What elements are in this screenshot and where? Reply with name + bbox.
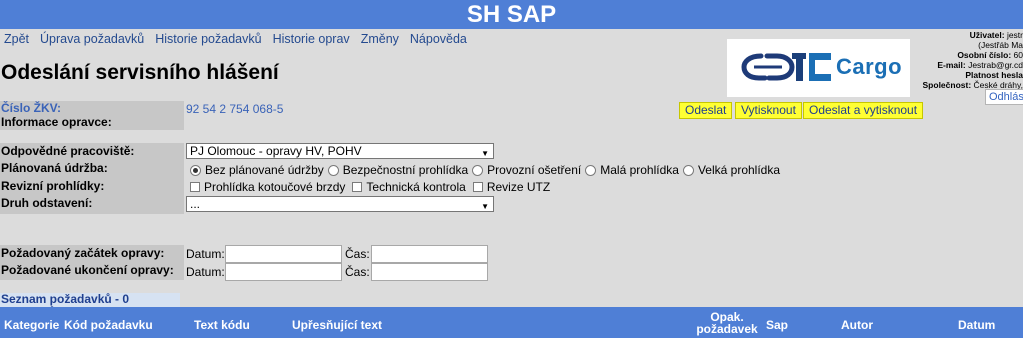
maintenance-option-label: Velká prohlídka <box>697 163 781 177</box>
user-info-panel: Uživatel: jestr (Jestřáb Ma Osobní číslo… <box>923 30 1023 90</box>
end-label: Požadované ukončení opravy: <box>1 263 174 277</box>
maintenance-option-operational[interactable]: Provozní ošetření <box>472 163 581 177</box>
start-label: Požadovaný začátek opravy: <box>1 246 165 260</box>
checkbox-icon[interactable] <box>472 182 483 192</box>
logout-button[interactable]: Odhlás <box>985 89 1023 105</box>
end-time-label: Čas: <box>345 265 370 279</box>
dropdown-arrow-icon: ▼ <box>481 149 489 158</box>
zkv-value: 92 54 2 754 068-5 <box>186 102 284 116</box>
radio-icon[interactable] <box>327 164 339 176</box>
end-time-input[interactable] <box>371 263 488 281</box>
outage-type-select-value: ... <box>190 197 201 211</box>
cargo-logo-text: Cargo <box>836 54 903 79</box>
maintenance-option-label: Bez plánované údržby <box>205 163 324 177</box>
form-labels: Odpovědné pracoviště: Plánovaná údržba: … <box>0 143 184 214</box>
cargo-logo-icon <box>792 53 831 81</box>
inspection-option-technical[interactable]: Technická kontrola <box>352 180 466 194</box>
maintenance-option-label: Provozní ošetření <box>487 163 582 177</box>
repair-info-label: Informace opravce: <box>1 115 112 129</box>
dropdown-arrow-icon: ▼ <box>481 202 489 211</box>
email-label: E-mail: <box>937 60 966 70</box>
user-value: jestr <box>1006 30 1023 40</box>
radio-icon[interactable] <box>190 164 201 176</box>
start-time-label: Čas: <box>345 247 370 261</box>
maintenance-option-safety[interactable]: Bezpečnostní prohlídka <box>327 163 469 177</box>
column-header-detail-text[interactable]: Upřesňující text <box>292 318 382 332</box>
maintenance-option-label: Bezpečnostní prohlídka <box>342 163 469 177</box>
print-button[interactable]: Vytisknout <box>735 102 802 119</box>
user-label: Uživatel: <box>969 30 1005 40</box>
column-header-code-text[interactable]: Text kódu <box>194 318 250 332</box>
menu-help[interactable]: Nápověda <box>410 32 467 46</box>
send-and-print-button[interactable]: Odeslat a vytisknout <box>803 102 924 119</box>
column-header-repeat-request[interactable]: Opak. požadavek <box>696 311 758 335</box>
maintenance-label: Plánovaná údržba: <box>1 161 108 175</box>
menu-repair-history[interactable]: Historie oprav <box>273 32 350 46</box>
inspection-option-label: Revize UTZ <box>486 180 551 194</box>
radio-icon[interactable] <box>472 164 484 176</box>
workplace-label: Odpovědné pracoviště: <box>1 144 135 158</box>
repair-time-labels: Požadovaný začátek opravy: Požadované uk… <box>0 245 184 280</box>
maintenance-option-large[interactable]: Velká prohlídka <box>682 163 781 177</box>
request-table-header: Kategorie Kód požadavku Text kódu Upřesň… <box>0 307 1023 338</box>
start-time-input[interactable] <box>371 245 488 263</box>
zkv-label-cell: Číslo ŽKV: Informace opravce: <box>0 101 184 130</box>
start-date-label: Datum: <box>186 247 225 261</box>
column-header-category[interactable]: Kategorie <box>4 318 59 332</box>
menu-back[interactable]: Zpět <box>4 32 29 46</box>
radio-icon[interactable] <box>585 164 597 176</box>
company-logo: Cargo <box>727 39 910 97</box>
menu-edit-requests[interactable]: Úprava požadavků <box>40 32 144 46</box>
outage-label: Druh odstavení: <box>1 196 93 210</box>
company-label: Společnost: <box>922 80 972 90</box>
checkbox-icon[interactable] <box>190 182 200 192</box>
personal-number-value: 60 <box>1013 50 1023 60</box>
column-header-request-code[interactable]: Kód požadavku <box>64 318 153 332</box>
inspection-option-utz[interactable]: Revize UTZ <box>472 180 551 194</box>
send-button[interactable]: Odeslat <box>679 102 733 119</box>
column-header-date[interactable]: Datum <box>958 318 995 332</box>
cd-logo-icon <box>741 53 795 81</box>
start-date-input[interactable] <box>225 245 342 263</box>
radio-icon[interactable] <box>682 164 694 176</box>
page-title: Odeslání servisního hlášení <box>1 61 279 84</box>
maintenance-option-none[interactable]: Bez plánované údržby <box>190 163 324 177</box>
checkbox-icon[interactable] <box>352 182 363 192</box>
maintenance-option-label: Malá prohlídka <box>600 163 679 177</box>
inspection-label: Revizní prohlídky: <box>1 179 105 193</box>
top-menu: Zpět Úprava požadavků Historie požadavků… <box>4 32 478 46</box>
column-header-author[interactable]: Autor <box>841 318 873 332</box>
outage-type-select[interactable]: ... ▼ <box>186 196 494 212</box>
user-name: (Jestřáb Ma <box>978 40 1023 50</box>
workplace-select-value: PJ Olomouc - opravy HV, POHV <box>190 144 362 158</box>
maintenance-option-small[interactable]: Malá prohlídka <box>585 163 679 177</box>
inspection-option-label: Technická kontrola <box>366 180 466 194</box>
password-validity-label: Platnost hesla <box>965 70 1023 80</box>
end-date-input[interactable] <box>225 263 342 281</box>
email-value: Jestrab@gr.cd <box>968 60 1023 70</box>
inspection-option-brake[interactable]: Prohlídka kotoučové brzdy <box>190 180 345 194</box>
maintenance-radio-group: Bez plánované údržby Bezpečnostní prohlí… <box>190 163 784 177</box>
zkv-label: Číslo ŽKV: <box>1 101 62 115</box>
end-date-label: Datum: <box>186 265 225 279</box>
menu-request-history[interactable]: Historie požadavků <box>155 32 261 46</box>
menu-changes[interactable]: Změny <box>361 32 399 46</box>
column-header-sap[interactable]: Sap <box>766 318 788 332</box>
inspection-option-label: Prohlídka kotoučové brzdy <box>204 180 346 194</box>
personal-number-label: Osobní číslo: <box>957 50 1012 60</box>
inspection-checkbox-group: Prohlídka kotoučové brzdy Technická kont… <box>190 180 554 194</box>
app-title-banner: SH SAP <box>0 0 1023 29</box>
workplace-select[interactable]: PJ Olomouc - opravy HV, POHV ▼ <box>186 143 494 159</box>
